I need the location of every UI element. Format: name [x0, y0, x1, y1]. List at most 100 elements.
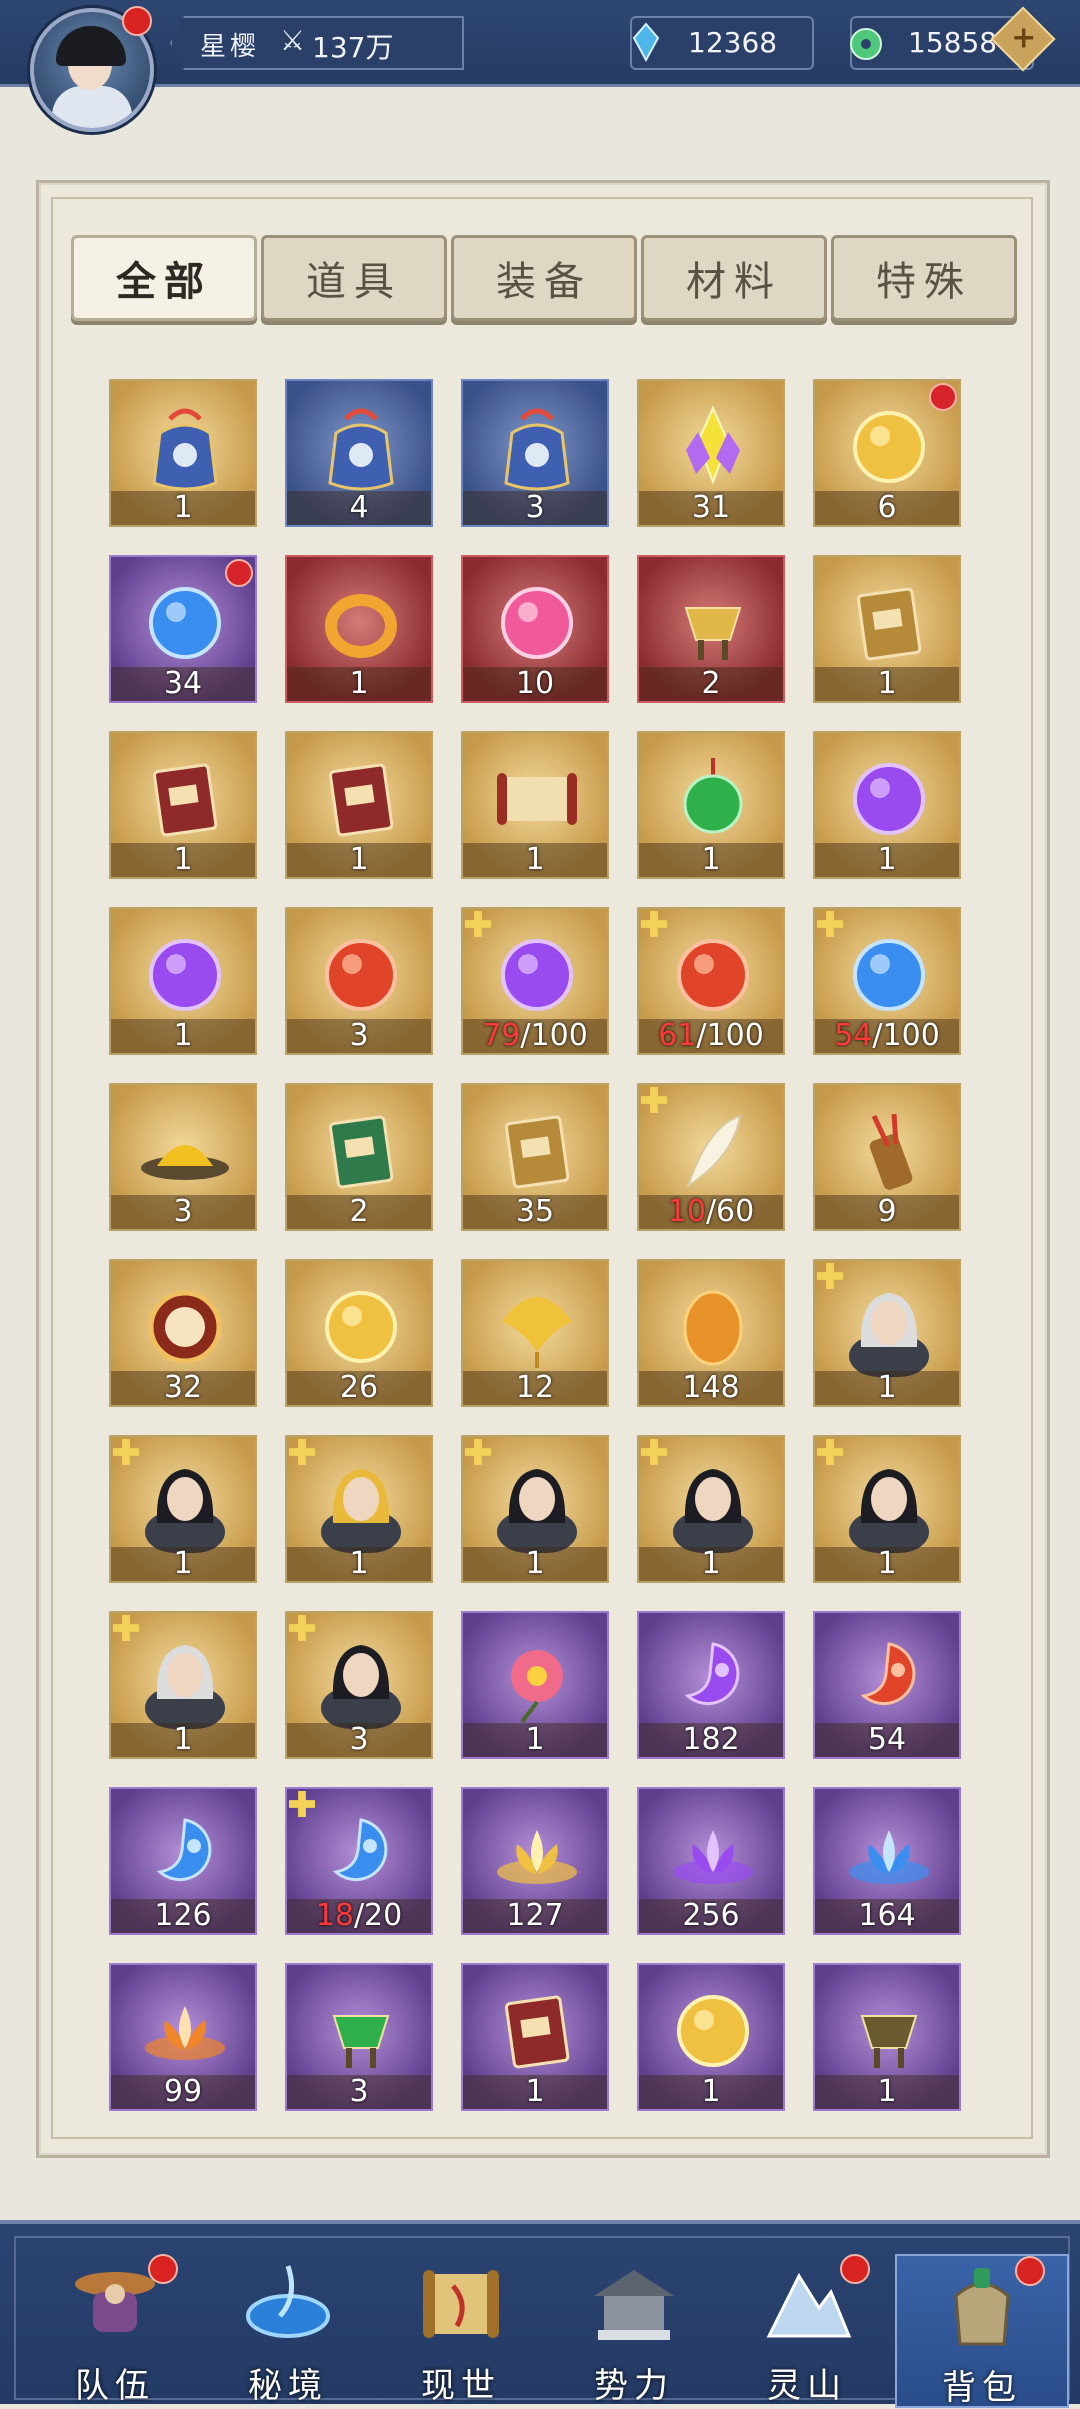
- jade-cauldron-icon: [311, 1983, 411, 2079]
- inventory-item[interactable]: 1: [461, 1435, 609, 1583]
- world-map-icon: [411, 2254, 511, 2354]
- inventory-item[interactable]: 79/100: [461, 907, 609, 1055]
- inventory-item[interactable]: 35: [461, 1083, 609, 1231]
- nav-item-portal[interactable]: 秘境: [203, 2254, 373, 2406]
- inventory-item[interactable]: 3: [285, 1611, 433, 1759]
- crystal-currency[interactable]: 12368: [630, 16, 814, 70]
- inventory-item[interactable]: 1: [109, 1611, 257, 1759]
- jade-pendant-icon: [663, 751, 763, 847]
- inventory-item[interactable]: 1: [461, 1963, 609, 2111]
- orange-lotus-icon: [135, 1983, 235, 2079]
- inventory-item[interactable]: 256: [637, 1787, 785, 1935]
- purple-dragon-orb-icon: [487, 927, 587, 1023]
- item-count: 164: [858, 1898, 916, 1933]
- bearded-elder-portrait-icon: [311, 1631, 411, 1729]
- item-count: 182: [682, 1722, 740, 1757]
- inventory-item[interactable]: 3: [109, 1083, 257, 1231]
- tab-all[interactable]: 全部: [71, 235, 257, 321]
- jade-book-icon: [487, 1103, 587, 1199]
- inventory-item[interactable]: 1: [285, 555, 433, 703]
- crystal-flower-icon: [663, 399, 763, 495]
- inventory-item[interactable]: 3: [285, 907, 433, 1055]
- inventory-item[interactable]: 148: [637, 1259, 785, 1407]
- inventory-item[interactable]: 1: [813, 555, 961, 703]
- player-name: 星樱: [200, 32, 261, 62]
- item-count: 54/100: [834, 1018, 940, 1053]
- tab-items[interactable]: 道具: [261, 235, 447, 321]
- nav-item-team[interactable]: 队伍: [30, 2254, 200, 2406]
- inventory-item[interactable]: 34: [109, 555, 257, 703]
- inventory-item[interactable]: 54/100: [813, 907, 961, 1055]
- combat-power-icon: ⚔: [280, 24, 306, 57]
- inventory-item[interactable]: 1: [637, 1963, 785, 2111]
- item-count: 1: [877, 666, 897, 701]
- inventory-item[interactable]: 1: [813, 731, 961, 879]
- item-count: 1: [173, 842, 193, 877]
- notification-dot: [929, 383, 957, 411]
- nav-item-backpack[interactable]: 背包: [895, 2254, 1069, 2408]
- nav-item-spirit-mountain[interactable]: 灵山: [722, 2254, 892, 2406]
- item-count: 10: [515, 666, 555, 701]
- item-count: 1: [173, 1546, 193, 1581]
- inventory-item[interactable]: 164: [813, 1787, 961, 1935]
- item-count: 1: [877, 1370, 897, 1405]
- inventory-panel: 全部 道具 装备 材料 特殊 1 4 3 31 6 34 1 10 2 1 1 1 1 1 1 1 3 79/10…: [36, 180, 1050, 2158]
- item-count: 3: [349, 2074, 369, 2109]
- item-count: 1: [877, 2074, 897, 2109]
- inventory-item[interactable]: 1: [109, 731, 257, 879]
- tab-special[interactable]: 特殊: [831, 235, 1017, 321]
- purple-magatama-icon: [663, 1631, 763, 1727]
- inventory-item[interactable]: 32: [109, 1259, 257, 1407]
- inventory-item[interactable]: 2: [637, 555, 785, 703]
- notification-dot: [225, 559, 253, 587]
- inventory-item[interactable]: 26: [285, 1259, 433, 1407]
- inventory-item[interactable]: 12: [461, 1259, 609, 1407]
- inventory-item[interactable]: 182: [637, 1611, 785, 1759]
- inventory-item[interactable]: 126: [109, 1787, 257, 1935]
- inventory-item[interactable]: 2: [285, 1083, 433, 1231]
- purple-vase-icon: [839, 751, 939, 847]
- red-magatama-icon: [839, 1631, 939, 1727]
- inventory-item[interactable]: 127: [461, 1787, 609, 1935]
- jade-count: 15858: [908, 26, 998, 59]
- item-count: 1: [701, 1546, 721, 1581]
- inventory-item[interactable]: 1: [813, 1963, 961, 2111]
- notification-dot: [1015, 2256, 1045, 2286]
- tab-equipment[interactable]: 装备: [451, 235, 637, 321]
- jade-coin-icon: [842, 18, 890, 66]
- inventory-item[interactable]: 10/60: [637, 1083, 785, 1231]
- inventory-item[interactable]: 54: [813, 1611, 961, 1759]
- inventory-item[interactable]: 1: [109, 1435, 257, 1583]
- inventory-item[interactable]: 18/20: [285, 1787, 433, 1935]
- inventory-item[interactable]: 1: [461, 731, 609, 879]
- inventory-item[interactable]: 3: [461, 379, 609, 527]
- player-info[interactable]: 星樱 ⚔ 137万: [170, 16, 464, 70]
- pouch-icon: [311, 399, 411, 495]
- item-count: 3: [349, 1018, 369, 1053]
- inventory-item[interactable]: 1: [461, 1611, 609, 1759]
- inventory-item[interactable]: 61/100: [637, 907, 785, 1055]
- inventory-item[interactable]: 31: [637, 379, 785, 527]
- inventory-item[interactable]: 1: [637, 1435, 785, 1583]
- inventory-item[interactable]: 3: [285, 1963, 433, 2111]
- inventory-item[interactable]: 1: [637, 731, 785, 879]
- blue-dragon-orb-icon: [839, 927, 939, 1023]
- item-count: 1: [525, 842, 545, 877]
- inventory-item[interactable]: 6: [813, 379, 961, 527]
- arrow-quiver-icon: [839, 1103, 939, 1199]
- nav-item-world-map[interactable]: 现世: [376, 2254, 546, 2406]
- inventory-item[interactable]: 9: [813, 1083, 961, 1231]
- item-count: 31: [691, 490, 731, 525]
- inventory-item[interactable]: 1: [285, 731, 433, 879]
- notification-dot: [840, 2254, 870, 2284]
- inventory-item[interactable]: 1: [109, 379, 257, 527]
- inventory-item[interactable]: 1: [285, 1435, 433, 1583]
- inventory-item[interactable]: 1: [109, 907, 257, 1055]
- inventory-item[interactable]: 4: [285, 379, 433, 527]
- nav-item-faction-hall[interactable]: 势力: [549, 2254, 719, 2406]
- inventory-item[interactable]: 10: [461, 555, 609, 703]
- inventory-item[interactable]: 1: [813, 1259, 961, 1407]
- tab-materials[interactable]: 材料: [641, 235, 827, 321]
- inventory-item[interactable]: 1: [813, 1435, 961, 1583]
- inventory-item[interactable]: 99: [109, 1963, 257, 2111]
